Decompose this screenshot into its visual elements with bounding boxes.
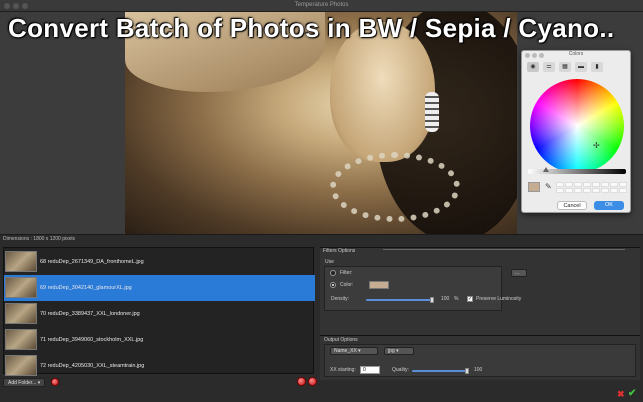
density-value: 100 [441,296,450,302]
confirm-check-icon[interactable]: ✔ [628,388,636,399]
color-label: Color: [340,282,354,288]
xx-starting-field[interactable]: 0 [360,366,380,374]
colors-tabs: ◉ ⚌ ▦ ▬ ▮ [522,61,630,73]
cancel-icon[interactable]: ✖ [617,389,625,400]
remove-file-icon[interactable] [297,377,306,386]
file-name: 68 reduDep_2671349_DA_fronthomeL.jpg [40,259,144,265]
color-swatches[interactable] [556,182,627,193]
quality-value: 100 [474,367,483,373]
clear-list-icon[interactable] [308,377,317,386]
filter-label: Filter: [340,270,353,276]
file-name: 70 reduDep_3389437_XXL_londoner.jpg [40,311,140,317]
quality-label: Quality: [392,367,409,373]
eyedropper-icon[interactable]: ✎ [545,182,552,191]
file-thumbnail [5,277,37,298]
quality-slider[interactable] [412,370,468,372]
output-options-label: Output Options [324,337,358,343]
pencils-tab-icon[interactable]: ▮ [591,62,603,72]
brightness-knob[interactable] [543,167,549,172]
file-row[interactable]: 72 reduDep_4205030_XXL_steamtrain.jpg [4,353,315,379]
xx-starting-label: XX starting: [330,367,356,373]
file-name: 71 reduDep_3949060_stockholm_XXL.jpg [40,337,144,343]
file-row-selected[interactable]: 69 reduDep_3042140_glamourXL.jpg [4,275,315,301]
color-wheel[interactable]: ✢ [530,79,624,173]
file-thumbnail [5,251,37,272]
filter-dropdown[interactable]: ... [511,269,527,277]
density-label: Density: [331,296,350,302]
add-folder-dropdown[interactable]: Add Folder... ▾ [3,377,46,387]
file-list[interactable]: 68 reduDep_2671349_DA_fronthomeL.jpg 69 … [3,247,315,376]
window-title: Temperature Photos [294,2,349,8]
wheel-cursor-icon: ✢ [593,141,600,150]
file-thumbnail [5,355,37,376]
file-name: 69 reduDep_3042140_glamourXL.jpg [40,285,132,291]
filters-options-tab[interactable]: Filters Options [320,247,358,255]
density-slider[interactable] [366,299,434,301]
remove-icon[interactable] [51,378,60,386]
dimensions-label: Dimensions : 1800 x 1200 pixels [3,236,75,242]
color-wheel-tab-icon[interactable]: ◉ [527,62,539,72]
color-well[interactable] [369,281,389,289]
name-pattern-dropdown[interactable]: Name_XX ▾ [330,347,378,355]
file-name: 72 reduDep_4205030_XXL_steamtrain.jpg [40,363,145,369]
colors-panel-title: Colors [568,51,584,57]
filter-radio[interactable] [330,270,336,276]
current-color-swatch[interactable] [528,182,540,192]
preserve-luminosity-checkbox[interactable]: ✓ [467,296,473,302]
sliders-tab-icon[interactable]: ⚌ [543,62,555,72]
colors-close-button[interactable] [525,53,530,58]
photo-preview [125,12,517,234]
format-dropdown[interactable]: jpg ▾ [384,347,414,355]
image-palettes-tab-icon[interactable]: ▬ [575,62,587,72]
quality-knob[interactable] [465,368,469,374]
file-row[interactable]: 71 reduDep_3949060_stockholm_XXL.jpg [4,327,315,353]
cancel-button[interactable]: Cancel [557,201,587,210]
file-row[interactable]: 70 reduDep_3389437_XXL_londoner.jpg [4,301,315,327]
file-thumbnail [5,303,37,324]
colors-minimize-button[interactable] [532,53,537,58]
colors-zoom-button[interactable] [539,53,544,58]
colors-panel: Colors ◉ ⚌ ▦ ▬ ▮ ✢ ✎ Cancel OK [521,50,631,213]
file-row[interactable]: 68 reduDep_2671349_DA_fronthomeL.jpg [4,249,315,275]
density-knob[interactable] [430,297,434,303]
use-label: Use [325,259,334,265]
file-thumbnail [5,329,37,350]
ok-button[interactable]: OK [594,201,624,210]
color-radio[interactable] [330,282,336,288]
promo-headline: Convert Batch of Photos in BW / Sepia / … [8,13,615,43]
density-unit: % [454,296,459,302]
title-bar: Temperature Photos [0,0,643,12]
divider [0,234,643,235]
file-list-toolbar: Add Folder... ▾ [3,377,60,387]
palettes-tab-icon[interactable]: ▦ [559,62,571,72]
preserve-luminosity-label: Preserve Luminosity [476,296,522,302]
